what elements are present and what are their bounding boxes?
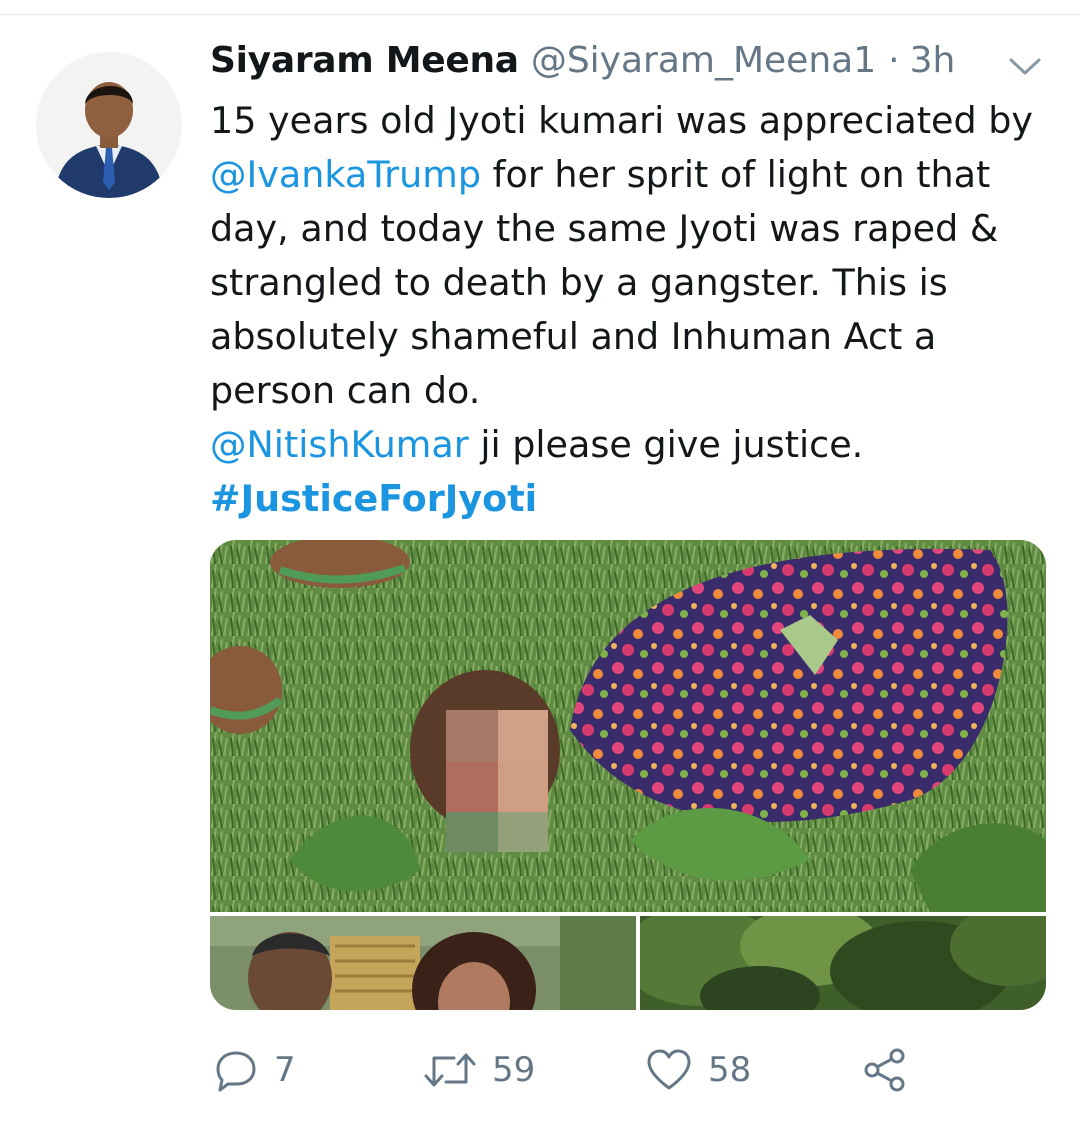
tweet-text: 15 years old Jyoti kumari was appreciate… <box>210 94 1050 526</box>
reply-icon <box>214 1048 258 1092</box>
tweet-line: day, and today the same Jyoti was raped … <box>210 202 1050 256</box>
tweet-line: absolutely shameful and Inhuman Act a <box>210 310 1050 364</box>
heart-icon <box>646 1048 692 1092</box>
tweet-text-segment: for her sprit of light on that <box>481 153 991 196</box>
chevron-down-icon[interactable] <box>1005 52 1045 80</box>
author-handle[interactable]: @Siyaram_Meena1 <box>531 40 876 81</box>
hashtag-link[interactable]: #JusticeForJyoti <box>210 477 537 520</box>
tweet-text-segment: day, and today the same Jyoti was raped … <box>210 207 999 250</box>
avatar-image <box>36 52 182 198</box>
retweet-icon <box>424 1048 476 1092</box>
tweet-text-segment: absolutely shameful and Inhuman Act a <box>210 315 937 358</box>
top-divider <box>0 14 1080 15</box>
retweet-button[interactable]: 59 <box>424 1040 535 1100</box>
like-count: 58 <box>708 1050 752 1090</box>
tweet-text-segment: strangled to death by a gangster. This i… <box>210 261 948 304</box>
tweet-line: @NitishKumar ji please give justice. <box>210 418 1050 472</box>
mention-link[interactable]: @IvankaTrump <box>210 153 481 196</box>
retweet-count: 59 <box>492 1050 536 1090</box>
reply-button[interactable]: 7 <box>214 1040 296 1100</box>
mention-link[interactable]: @NitishKumar <box>210 423 469 466</box>
tweet-actions: 7 59 58 <box>0 1040 1080 1100</box>
like-button[interactable]: 58 <box>646 1040 751 1100</box>
avatar[interactable] <box>36 52 182 198</box>
tweet-line: 15 years old Jyoti kumari was appreciate… <box>210 94 1050 148</box>
tweet-line: person can do. <box>210 364 1050 418</box>
tweet-line: strangled to death by a gangster. This i… <box>210 256 1050 310</box>
media-image-bottom-left[interactable] <box>210 916 636 1010</box>
tweet-text-segment: ji please give justice. <box>468 423 864 466</box>
author-name[interactable]: Siyaram Meena <box>210 40 519 81</box>
media-grid[interactable] <box>210 540 1046 1010</box>
tweet-line: @IvankaTrump for her sprit of light on t… <box>210 148 1050 202</box>
share-icon <box>862 1047 908 1093</box>
timestamp[interactable]: 3h <box>910 40 956 81</box>
separator-dot: · <box>888 40 900 81</box>
reply-count: 7 <box>274 1050 296 1090</box>
tweet-line: #JusticeForJyoti <box>210 472 1050 526</box>
tweet-text-segment: person can do. <box>210 369 481 412</box>
tweet-text-segment: 15 years old Jyoti kumari was appreciate… <box>210 99 1033 142</box>
tweet-header: Siyaram Meena @Siyaram_Meena1 · 3h <box>210 40 955 92</box>
media-image-main[interactable] <box>210 540 1046 912</box>
share-button[interactable] <box>862 1040 908 1100</box>
media-image-bottom-right[interactable] <box>620 906 1046 1010</box>
